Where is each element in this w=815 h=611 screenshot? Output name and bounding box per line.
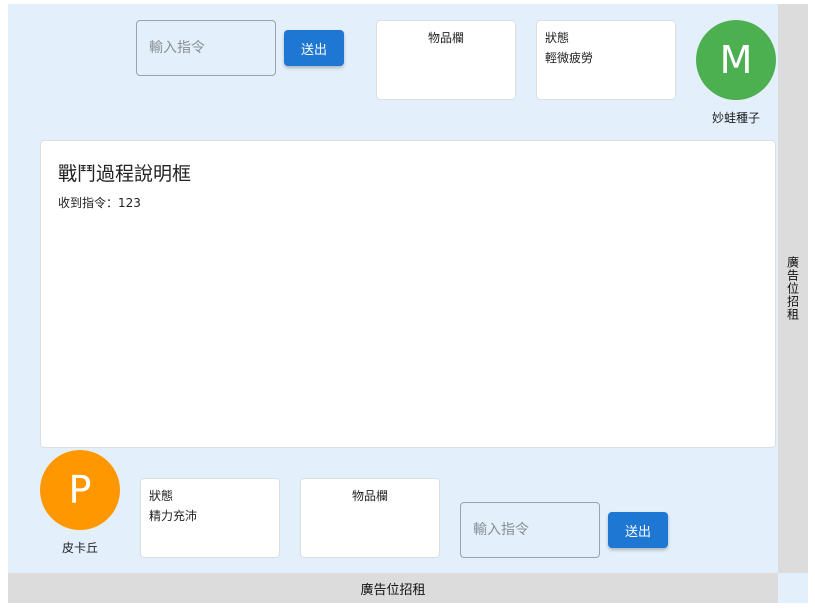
side-ad-banner[interactable]: 廣告位招租	[778, 4, 808, 573]
opponent-status-value: 輕微疲勞	[545, 51, 594, 65]
opponent-send-button[interactable]: 送出	[284, 30, 344, 66]
bottom-ad-banner[interactable]: 廣告位招租	[8, 573, 778, 603]
corner-filler	[778, 573, 808, 603]
opponent-items-title: 物品欄	[427, 31, 464, 45]
player-avatar: P	[40, 450, 120, 530]
opponent-status-panel: 狀態 輕微疲勞	[536, 20, 676, 100]
player-command-input[interactable]	[460, 502, 600, 558]
opponent-status-title: 狀態	[545, 31, 570, 45]
opponent-command-input[interactable]	[136, 20, 276, 76]
battle-log-title: 戰鬥過程說明框	[58, 163, 192, 185]
bottom-ad-text: 廣告位招租	[360, 582, 426, 598]
opponent-items-panel: 物品欄	[376, 20, 516, 100]
player-name: 皮卡丘	[61, 541, 98, 555]
battle-log-line: 收到指令：123	[58, 196, 141, 210]
player-items-panel: 物品欄	[300, 478, 440, 558]
player-items-title: 物品欄	[351, 489, 388, 503]
side-ad-text: 廣告位招租	[785, 256, 800, 321]
player-status-title: 狀態	[149, 489, 174, 503]
player-status-value: 精力充沛	[149, 509, 198, 523]
opponent-avatar: M	[696, 20, 776, 100]
opponent-name: 妙蛙種子	[711, 111, 760, 125]
player-send-button[interactable]: 送出	[608, 512, 668, 548]
battle-log-box: 戰鬥過程說明框 收到指令：123	[40, 140, 776, 448]
player-status-panel: 狀態 精力充沛	[140, 478, 280, 558]
